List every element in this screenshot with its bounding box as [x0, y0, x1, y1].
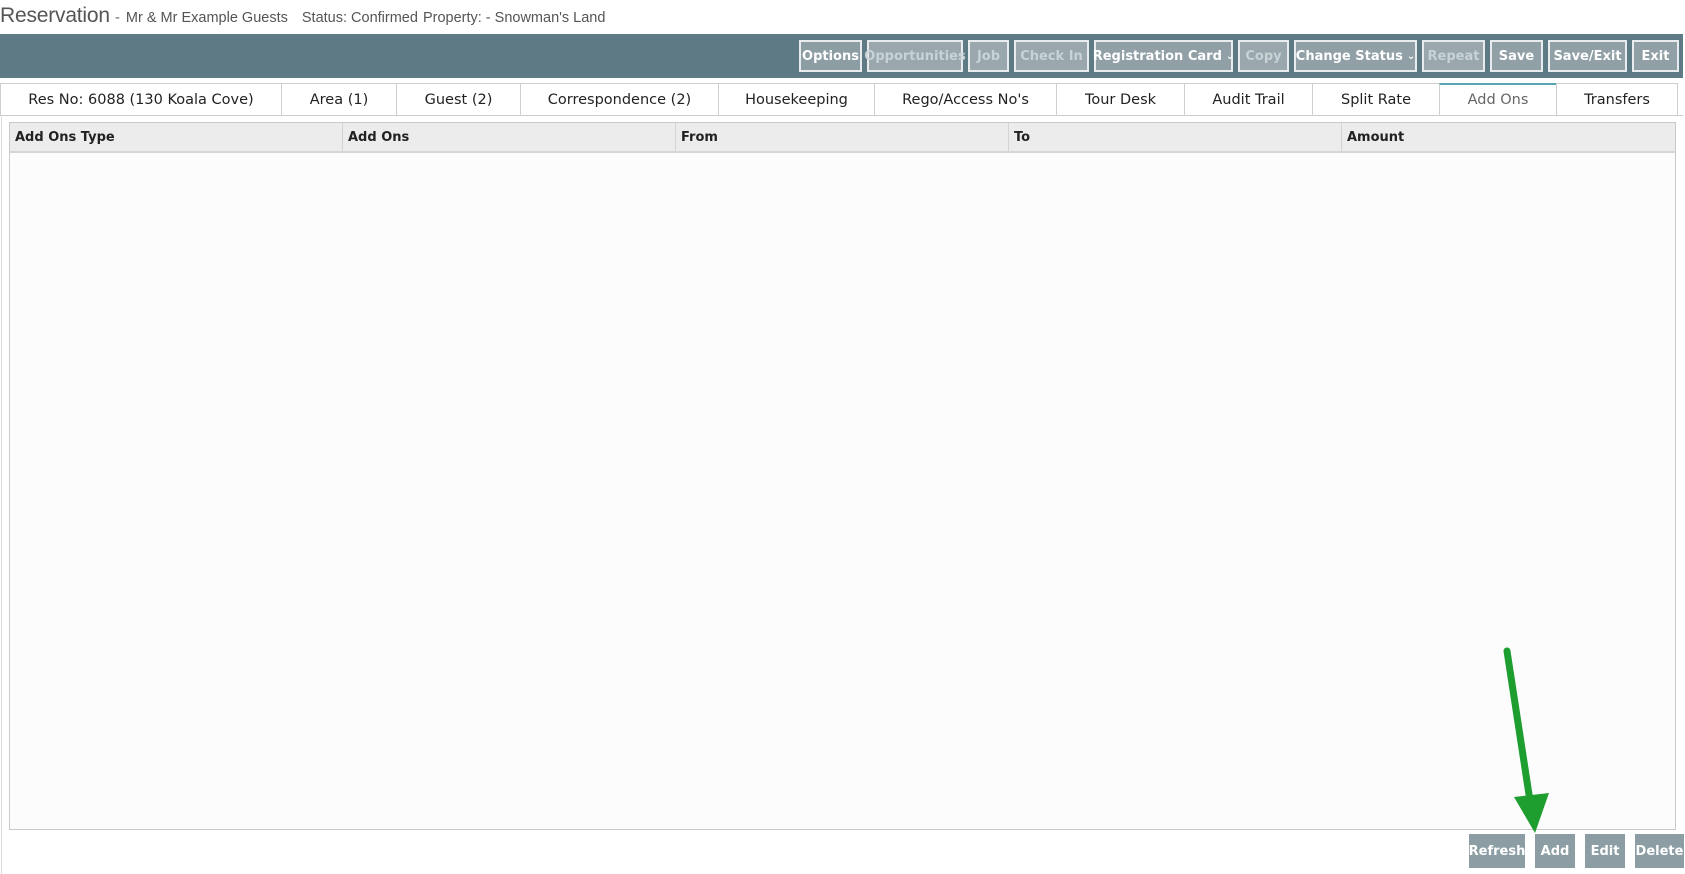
column-header-amount[interactable]: Amount [1342, 123, 1675, 151]
tab-area[interactable]: Area (1) [281, 83, 397, 115]
tab-rego-access[interactable]: Rego/Access No's [874, 83, 1057, 115]
toolbar: Options Opportunities Job Check In Regis… [0, 34, 1683, 78]
add-ons-panel: Add Ons Type Add Ons From To Amount [1, 116, 1684, 874]
repeat-button[interactable]: Repeat [1422, 40, 1485, 72]
page-header: Reservation - Mr & Mr Example Guests Sta… [0, 4, 605, 32]
title-separator: - [114, 10, 120, 26]
tab-tour-desk[interactable]: Tour Desk [1056, 83, 1185, 115]
column-header-add-ons-type[interactable]: Add Ons Type [10, 123, 343, 151]
guest-name: Mr & Mr Example Guests [125, 10, 288, 26]
opportunities-button[interactable]: Opportunities [864, 40, 966, 72]
tab-audit-trail[interactable]: Audit Trail [1184, 83, 1313, 115]
reservation-status: Status: Confirmed [301, 10, 418, 26]
tab-correspondence[interactable]: Correspondence (2) [520, 83, 719, 115]
save-button[interactable]: Save [1490, 40, 1543, 72]
grid-header: Add Ons Type Add Ons From To Amount [10, 123, 1675, 153]
column-header-to[interactable]: To [1009, 123, 1342, 151]
tab-res-no[interactable]: Res No: 6088 (130 Koala Cove) [0, 83, 282, 115]
exit-button[interactable]: Exit [1632, 40, 1679, 72]
tab-bar: Res No: 6088 (130 Koala Cove) Area (1) G… [0, 83, 1683, 116]
delete-button[interactable]: Delete [1635, 834, 1684, 868]
chevron-down-icon: ⌄ [1225, 50, 1235, 62]
add-ons-grid: Add Ons Type Add Ons From To Amount [9, 122, 1676, 830]
arrow-annotation-icon [1503, 647, 1549, 833]
edit-button[interactable]: Edit [1585, 834, 1625, 868]
tab-transfers[interactable]: Transfers [1556, 83, 1678, 115]
column-header-add-ons[interactable]: Add Ons [343, 123, 676, 151]
save-exit-button[interactable]: Save/Exit [1548, 40, 1627, 72]
copy-button[interactable]: Copy [1238, 40, 1289, 72]
check-in-button[interactable]: Check In [1014, 40, 1089, 72]
tab-guest[interactable]: Guest (2) [396, 83, 521, 115]
job-button[interactable]: Job [968, 40, 1009, 72]
tab-add-ons[interactable]: Add Ons [1439, 83, 1557, 115]
property-name: Property: - Snowman's Land [422, 10, 606, 26]
page-title: Reservation [0, 4, 110, 27]
change-status-dropdown[interactable]: Change Status ⌄ [1294, 40, 1417, 72]
column-header-from[interactable]: From [676, 123, 1009, 151]
options-button[interactable]: Options [799, 40, 862, 72]
chevron-down-icon: ⌄ [1406, 50, 1416, 62]
tab-housekeeping[interactable]: Housekeeping [718, 83, 875, 115]
reservation-page: Reservation - Mr & Mr Example Guests Sta… [0, 0, 1685, 874]
tab-split-rate[interactable]: Split Rate [1312, 83, 1440, 115]
registration-card-dropdown[interactable]: Registration Card ⌄ [1093, 40, 1235, 72]
